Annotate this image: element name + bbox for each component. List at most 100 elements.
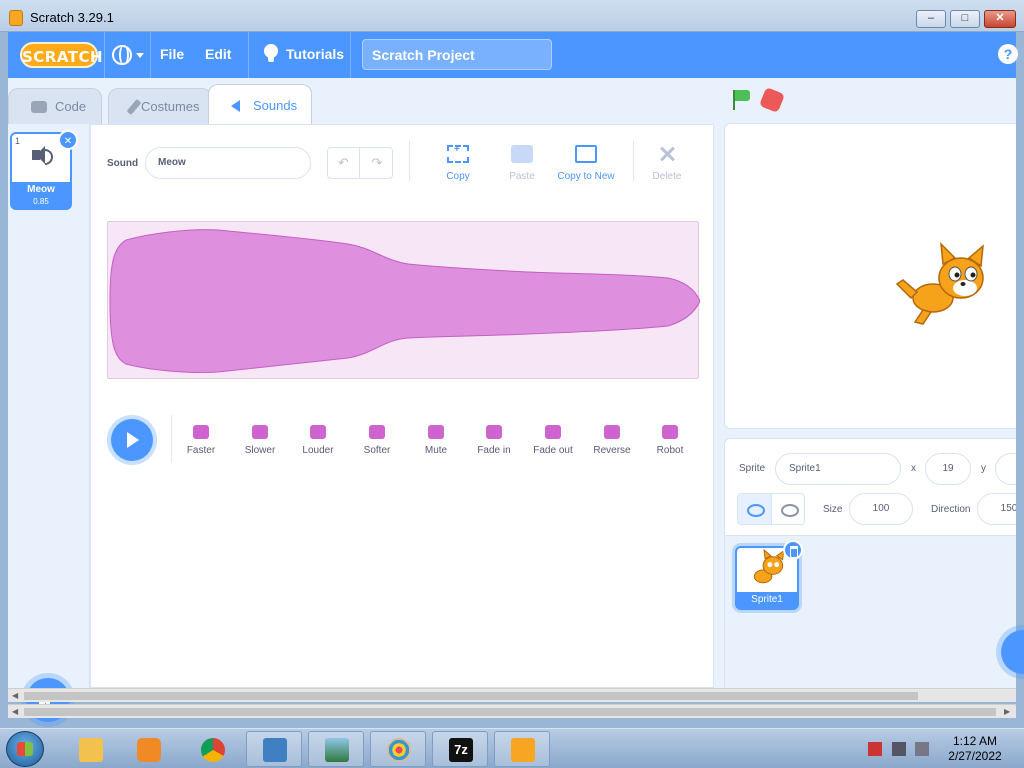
direction-input[interactable]: 150 — [977, 493, 1016, 525]
effect-fade-out-button[interactable]: Fade out — [524, 425, 582, 456]
effect-label: Mute — [424, 445, 448, 456]
explorer-icon — [79, 738, 103, 762]
scratch-cat-sprite[interactable] — [891, 240, 991, 330]
show-eye-icon[interactable] — [738, 494, 772, 524]
effect-louder-button[interactable]: Louder — [289, 425, 347, 456]
sound-list: 1 Meow 0.85 ✕ + — [8, 124, 90, 722]
waveform-graphic — [109, 229, 701, 374]
chevron-down-icon[interactable] — [136, 53, 144, 58]
taskbar-paint[interactable] — [370, 731, 426, 767]
effect-fade-in-button[interactable]: Fade in — [465, 425, 523, 456]
minimize-button[interactable]: – — [916, 10, 946, 28]
taskbar-chrome[interactable] — [184, 731, 240, 767]
copy-icon — [447, 144, 469, 163]
maximize-button[interactable]: □ — [950, 10, 980, 28]
effect-softer-button[interactable]: Softer — [348, 425, 406, 456]
copy-to-new-button[interactable]: Copy to New — [551, 145, 621, 182]
tab-code[interactable]: Code — [8, 88, 102, 124]
y-label: y — [981, 463, 986, 474]
robot-icon — [662, 425, 678, 439]
taskbar-explorer[interactable] — [62, 731, 118, 767]
x-input[interactable]: 19 — [925, 453, 971, 485]
delete-label: Delete — [652, 171, 682, 182]
project-title-input[interactable]: Scratch Project — [362, 39, 552, 70]
stage[interactable] — [724, 123, 1016, 429]
size-label: Size — [823, 504, 843, 515]
sprite-tile[interactable]: Sprite1 — [735, 540, 803, 610]
close-button[interactable]: ✕ — [984, 10, 1016, 28]
play-button[interactable] — [111, 419, 153, 461]
taskbar-image-viewer[interactable] — [308, 731, 364, 767]
trash-icon[interactable] — [783, 540, 803, 560]
list-item[interactable]: 1 Meow 0.85 ✕ — [10, 130, 78, 210]
y-input[interactable]: - — [995, 453, 1016, 485]
tutorials-bulb-icon[interactable] — [264, 44, 278, 62]
taskbar-media-player[interactable] — [120, 731, 176, 767]
file-menu[interactable]: File — [160, 46, 184, 62]
copy-to-new-icon — [575, 145, 597, 163]
fade-in-icon — [486, 425, 502, 439]
system-clock[interactable]: 1:12 AM 2/27/2022 — [940, 734, 1010, 764]
start-button[interactable] — [6, 731, 44, 767]
effect-label: Faster — [186, 445, 216, 456]
scratch-app-icon — [9, 10, 23, 26]
copy-button[interactable]: Copy — [423, 144, 493, 182]
menu-divider — [350, 32, 351, 78]
sound-name-input[interactable]: Meow — [145, 147, 311, 179]
scrollbar-thumb[interactable] — [24, 692, 918, 700]
menu-divider — [248, 32, 249, 78]
taskbar-scratch[interactable] — [494, 731, 550, 767]
delete-button[interactable]: Delete — [632, 145, 702, 182]
edit-menu[interactable]: Edit — [205, 46, 231, 62]
green-flag-icon[interactable] — [732, 90, 750, 110]
taskbar-7zip[interactable]: 7z — [432, 731, 488, 767]
tab-costumes[interactable]: Costumes — [108, 88, 212, 124]
scratch-icon — [511, 738, 535, 762]
stop-icon[interactable] — [758, 86, 786, 114]
scroll-left-icon[interactable]: ◀ — [12, 707, 18, 716]
paste-button[interactable]: Paste — [487, 145, 557, 182]
undo-button[interactable]: ↶ — [328, 148, 360, 178]
effect-robot-button[interactable]: Robot — [641, 425, 699, 456]
scratch-menubar: SCRATCH File Edit Tutorials Scratch Proj… — [8, 32, 1018, 78]
help-icon[interactable]: ? — [998, 44, 1018, 64]
taskbar-control-panel[interactable] — [246, 731, 302, 767]
scroll-right-icon[interactable]: ▶ — [1004, 707, 1010, 716]
action-center-icon[interactable] — [868, 742, 882, 756]
size-input[interactable]: 100 — [849, 493, 913, 525]
sprite-name-input[interactable]: Sprite1 — [775, 453, 901, 485]
waveform-canvas[interactable] — [107, 221, 701, 379]
effect-label: Softer — [363, 445, 391, 456]
choose-sprite-button[interactable] — [1001, 630, 1024, 674]
tab-sounds-label: Sounds — [253, 98, 298, 113]
redo-button[interactable]: ↷ — [361, 148, 393, 178]
image-viewer-icon — [325, 738, 349, 762]
show-toggle-group — [737, 493, 805, 525]
effect-label: Slower — [244, 445, 276, 456]
effect-mute-button[interactable]: Mute — [407, 425, 465, 456]
slower-icon — [252, 425, 268, 439]
sound-duration: 0.85 — [33, 197, 49, 206]
sound-name-label: Sound — [107, 158, 139, 169]
scroll-left-icon[interactable]: ◀ — [12, 691, 18, 700]
x-label: x — [911, 463, 916, 474]
horizontal-scrollbar-inner[interactable]: ◀ — [8, 688, 1016, 702]
scratch-logo[interactable]: SCRATCH — [20, 42, 103, 68]
tab-sounds[interactable]: Sounds — [208, 84, 312, 124]
scrollbar-thumb[interactable] — [24, 708, 996, 716]
horizontal-scrollbar-window[interactable]: ◀ ▶ — [8, 704, 1016, 718]
direction-label: Direction — [931, 504, 971, 515]
language-globe-icon[interactable] — [112, 45, 132, 65]
effect-label: Reverse — [593, 445, 631, 456]
effect-slower-button[interactable]: Slower — [231, 425, 289, 456]
network-icon[interactable] — [892, 742, 906, 756]
effect-reverse-button[interactable]: Reverse — [583, 425, 641, 456]
louder-icon — [310, 425, 326, 439]
hide-eye-icon[interactable] — [772, 494, 804, 524]
main-area: Code Costumes Sounds 1 Meow 0.85 ✕ + Sou… — [8, 78, 1024, 722]
tutorials-menu[interactable]: Tutorials — [286, 46, 344, 62]
volume-icon[interactable] — [915, 742, 929, 756]
delete-sound-icon[interactable]: ✕ — [58, 130, 78, 150]
code-icon — [31, 101, 47, 113]
effect-faster-button[interactable]: Faster — [172, 425, 230, 456]
